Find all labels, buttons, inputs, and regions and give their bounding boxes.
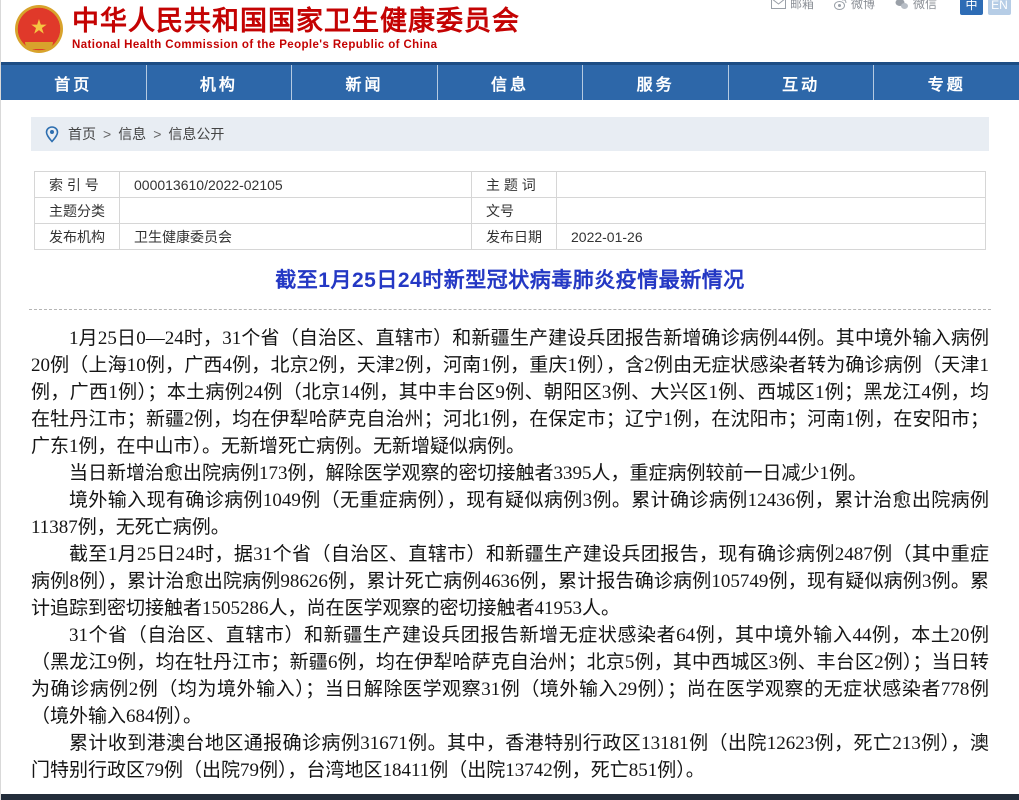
nav-item-info[interactable]: 信息	[438, 65, 584, 100]
lang-en-button[interactable]: EN	[988, 0, 1011, 15]
wechat-link[interactable]: 微信	[895, 0, 937, 12]
meta-value-publisher: 卫生健康委员会	[120, 224, 472, 250]
nav-item-services[interactable]: 服务	[583, 65, 729, 100]
document-meta-table: 索 引 号 000013610/2022-02105 主 题 词 主题分类 文号…	[34, 171, 986, 250]
footer-bar	[1, 794, 1019, 800]
nav-item-org[interactable]: 机构	[147, 65, 293, 100]
breadcrumb-separator: >	[153, 126, 161, 142]
table-row: 索 引 号 000013610/2022-02105 主 题 词	[35, 172, 986, 198]
meta-label-keywords: 主 题 词	[472, 172, 557, 198]
weibo-icon	[834, 0, 847, 10]
site-header: 中华人民共和国国家卫生健康委员会 National Health Commiss…	[1, 0, 1019, 62]
nav-item-news[interactable]: 新闻	[292, 65, 438, 100]
national-emblem-icon	[15, 5, 63, 53]
wechat-label: 微信	[913, 0, 937, 12]
page-title: 截至1月25日24时新型冠状病毒肺炎疫情最新情况	[41, 266, 979, 296]
breadcrumb-info-disclosure[interactable]: 信息公开	[168, 124, 224, 144]
meta-label-category: 主题分类	[35, 198, 120, 224]
site-logo-link[interactable]: 中华人民共和国国家卫生健康委员会 National Health Commiss…	[15, 3, 520, 53]
meta-value-doc-number	[557, 198, 986, 224]
site-title: 中华人民共和国国家卫生健康委员会	[72, 5, 520, 37]
lang-zh-button[interactable]: 中	[960, 0, 983, 15]
nav-item-topics[interactable]: 专题	[874, 65, 1019, 100]
meta-label-index-number: 索 引 号	[35, 172, 120, 198]
table-row: 主题分类 文号	[35, 198, 986, 224]
location-pin-icon	[45, 126, 59, 143]
meta-label-doc-number: 文号	[472, 198, 557, 224]
meta-value-publish-date: 2022-01-26	[557, 224, 986, 250]
breadcrumb-separator: >	[103, 126, 111, 142]
breadcrumb-info[interactable]: 信息	[118, 124, 146, 144]
weibo-label: 微博	[851, 0, 875, 12]
nav-item-home[interactable]: 首页	[1, 65, 147, 100]
meta-value-keywords	[557, 172, 986, 198]
nav-item-interact[interactable]: 互动	[729, 65, 875, 100]
article-paragraph: 当日新增治愈出院病例173例，解除医学观察的密切接触者3395人，重症病例较前一…	[31, 460, 989, 487]
wechat-icon	[895, 0, 909, 10]
article-body: 1月25日0—24时，31个省（自治区、直辖市）和新疆生产建设兵团报告新增确诊病…	[31, 325, 989, 784]
language-switch: 中 EN	[960, 0, 1011, 15]
meta-value-category	[120, 198, 472, 224]
divider	[29, 309, 991, 310]
article-paragraph: 境外输入现有确诊病例1049例（无重症病例），现有疑似病例3例。累计确诊病例12…	[31, 487, 989, 541]
mail-label: 邮箱	[790, 0, 814, 12]
meta-value-index-number: 000013610/2022-02105	[120, 172, 472, 198]
meta-label-publish-date: 发布日期	[472, 224, 557, 250]
table-row: 发布机构 卫生健康委员会 发布日期 2022-01-26	[35, 224, 986, 250]
brand-text: 中华人民共和国国家卫生健康委员会 National Health Commiss…	[72, 3, 520, 51]
weibo-link[interactable]: 微博	[834, 0, 875, 12]
mail-icon	[771, 0, 786, 9]
breadcrumb: 首页 > 信息 > 信息公开	[31, 117, 989, 151]
meta-label-publisher: 发布机构	[35, 224, 120, 250]
article-paragraph: 累计收到港澳台地区通报确诊病例31671例。其中，香港特别行政区13181例（出…	[31, 730, 989, 784]
article-paragraph: 1月25日0—24时，31个省（自治区、直辖市）和新疆生产建设兵团报告新增确诊病…	[31, 325, 989, 460]
article-paragraph: 截至1月25日24时，据31个省（自治区、直辖市）和新疆生产建设兵团报告，现有确…	[31, 541, 989, 622]
breadcrumb-home[interactable]: 首页	[68, 124, 96, 144]
article-paragraph: 31个省（自治区、直辖市）和新疆生产建设兵团报告新增无症状感染者64例，其中境外…	[31, 622, 989, 730]
main-nav: 首页 机构 新闻 信息 服务 互动 专题	[1, 62, 1019, 100]
site-subtitle: National Health Commission of the People…	[72, 39, 520, 51]
page: 中华人民共和国国家卫生健康委员会 National Health Commiss…	[0, 0, 1019, 800]
mail-link[interactable]: 邮箱	[771, 0, 814, 12]
quick-links: 邮箱 微博 微信	[771, 0, 937, 12]
